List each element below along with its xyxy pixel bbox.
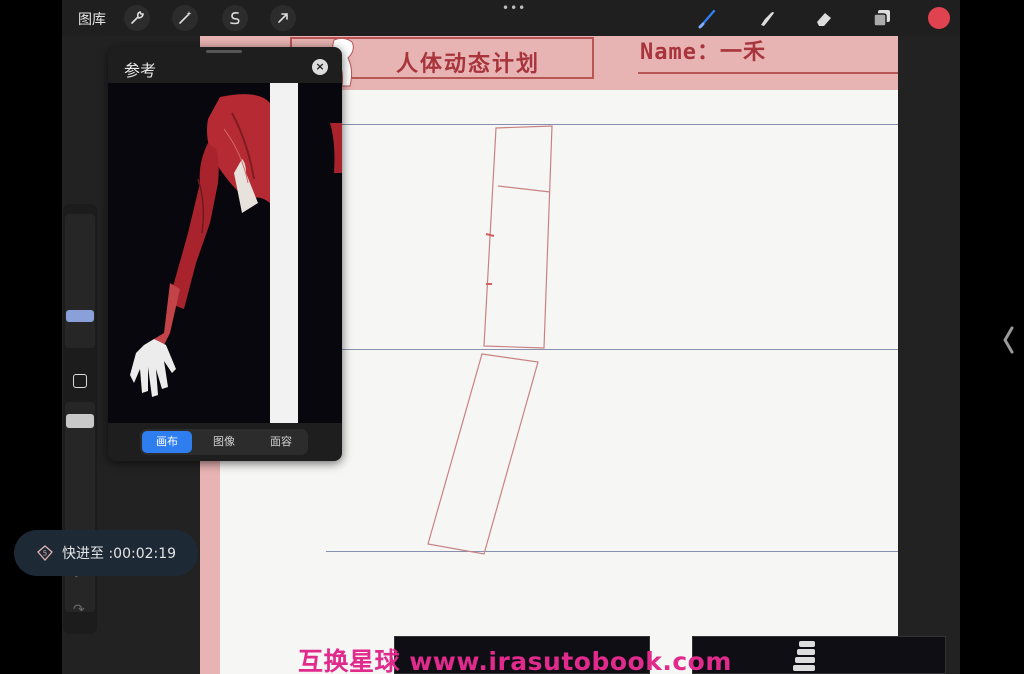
toast-badge: 5	[43, 550, 47, 558]
reference-panel[interactable]: 参考 × 画布 图像 面容	[108, 47, 342, 461]
tab-canvas[interactable]: 画布	[142, 431, 192, 453]
panel-grabber[interactable]	[206, 50, 242, 53]
eraser-icon[interactable]	[812, 6, 836, 30]
smudge-icon[interactable]	[754, 6, 778, 30]
top-toolbar: 图库 •••	[62, 0, 960, 36]
brush-size-slider[interactable]	[65, 214, 95, 348]
gallery-button[interactable]: 图库	[78, 9, 106, 29]
brush-size-thumb[interactable]	[66, 310, 94, 322]
chevron-left-icon[interactable]	[999, 324, 1017, 356]
transform-arrow-icon[interactable]	[270, 5, 296, 31]
brush-icon[interactable]	[696, 6, 720, 30]
diamond-badge-icon: 5	[37, 545, 53, 561]
screen: 人体动态计划 Name：一禾 图库 ••• ↶ ↷ 参考 × 画布 图像 面容 …	[0, 0, 1024, 674]
fast-forward-toast[interactable]: 5 快进至 :00:02:19	[14, 530, 198, 576]
magic-wand-icon[interactable]	[172, 5, 198, 31]
modify-button[interactable]	[73, 374, 87, 388]
sketch-line	[497, 185, 551, 193]
toast-text: 快进至 :00:02:19	[62, 546, 177, 562]
tab-face[interactable]: 面容	[256, 431, 306, 453]
layers-icon[interactable]	[870, 6, 894, 30]
reference-panel-title: 参考	[124, 61, 157, 80]
more-options-handle[interactable]: •••	[502, 1, 526, 15]
reference-mode-tabs: 画布 图像 面容	[140, 429, 308, 455]
reference-image[interactable]	[108, 83, 342, 423]
arm-anatomy-illustration	[130, 83, 342, 423]
color-picker-swatch[interactable]	[928, 7, 950, 29]
tab-image[interactable]: 图像	[199, 431, 249, 453]
upper-arm-sketch	[483, 125, 553, 349]
brush-opacity-thumb[interactable]	[66, 414, 94, 428]
selection-icon[interactable]	[222, 5, 248, 31]
redo-icon[interactable]: ↷	[73, 602, 85, 618]
forearm-sketch	[427, 353, 539, 555]
wrench-icon[interactable]	[124, 5, 150, 31]
close-icon[interactable]: ×	[312, 59, 328, 75]
watermark-text: 互换星球 www.irasutobook.com	[298, 647, 732, 674]
